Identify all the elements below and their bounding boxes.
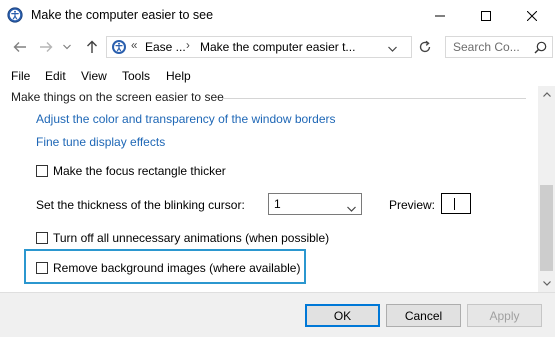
chevron-down-icon bbox=[347, 201, 356, 215]
search-placeholder: Search Co... bbox=[453, 40, 520, 54]
minimize-icon bbox=[435, 15, 445, 17]
adjust-window-borders-link[interactable]: Adjust the color and transparency of the… bbox=[36, 112, 336, 126]
menu-edit[interactable]: Edit bbox=[45, 69, 66, 83]
focus-rectangle-option[interactable]: Make the focus rectangle thicker bbox=[36, 163, 226, 179]
menu-view[interactable]: View bbox=[81, 69, 107, 83]
back-arrow-icon bbox=[13, 42, 26, 52]
vertical-scrollbar[interactable] bbox=[538, 86, 555, 292]
menu-file[interactable]: File bbox=[11, 69, 30, 83]
menu-help[interactable]: Help bbox=[166, 69, 191, 83]
forward-arrow-icon bbox=[40, 42, 53, 52]
focus-rectangle-checkbox[interactable] bbox=[36, 165, 48, 177]
background-images-checkbox[interactable] bbox=[36, 262, 48, 274]
cursor-preview-caret bbox=[454, 198, 455, 210]
apply-button[interactable]: Apply bbox=[467, 304, 542, 327]
scroll-up-button[interactable] bbox=[538, 86, 555, 103]
background-images-option[interactable]: Remove background images (where availabl… bbox=[36, 260, 300, 276]
back-button[interactable] bbox=[10, 37, 30, 57]
forward-button[interactable] bbox=[36, 37, 56, 57]
window-title: Make the computer easier to see bbox=[31, 8, 214, 22]
animations-option[interactable]: Turn off all unnecessary animations (whe… bbox=[36, 230, 329, 246]
menu-bar: File Edit View Tools Help bbox=[0, 66, 555, 86]
breadcrumb-separator[interactable]: › bbox=[186, 40, 190, 52]
maximize-icon bbox=[481, 11, 491, 21]
cursor-thickness-value: 1 bbox=[274, 197, 281, 211]
chevron-down-icon bbox=[63, 44, 71, 50]
cursor-preview bbox=[441, 193, 471, 214]
animations-label: Turn off all unnecessary animations (whe… bbox=[53, 231, 330, 245]
preview-label: Preview: bbox=[389, 198, 436, 212]
cursor-thickness-label: Set the thickness of the blinking cursor… bbox=[36, 198, 245, 212]
cancel-button[interactable]: Cancel bbox=[386, 304, 461, 327]
search-box[interactable]: Search Co... bbox=[445, 36, 553, 58]
close-button[interactable] bbox=[509, 0, 555, 32]
section-header: Make things on the screen easier to see bbox=[11, 90, 224, 104]
fine-tune-display-effects-link[interactable]: Fine tune display effects bbox=[36, 135, 165, 149]
address-dropdown-button[interactable] bbox=[388, 41, 397, 55]
address-bar[interactable]: « Ease ... › Make the computer easier t.… bbox=[106, 36, 412, 58]
chevron-up-icon bbox=[542, 92, 551, 97]
refresh-button[interactable] bbox=[414, 36, 436, 58]
control-panel-icon bbox=[111, 39, 127, 58]
scroll-down-button[interactable] bbox=[538, 275, 555, 292]
dialog-footer: OK Cancel Apply bbox=[0, 292, 555, 337]
chevron-down-icon bbox=[542, 281, 551, 286]
focus-rectangle-label: Make the focus rectangle thicker bbox=[53, 164, 226, 178]
breadcrumb-overflow[interactable]: « bbox=[131, 40, 137, 52]
animations-checkbox[interactable] bbox=[36, 232, 48, 244]
recent-locations-button[interactable] bbox=[60, 37, 74, 57]
scroll-thumb[interactable] bbox=[540, 185, 553, 271]
cursor-thickness-select[interactable]: 1 bbox=[268, 193, 362, 215]
menu-tools[interactable]: Tools bbox=[122, 69, 150, 83]
ok-button[interactable]: OK bbox=[305, 304, 380, 327]
refresh-icon bbox=[419, 40, 431, 53]
breadcrumb-item-current[interactable]: Make the computer easier t... bbox=[200, 40, 355, 54]
section-divider bbox=[222, 98, 526, 99]
maximize-button[interactable] bbox=[463, 0, 509, 32]
minimize-button[interactable] bbox=[417, 0, 463, 32]
ease-of-access-icon bbox=[7, 7, 23, 23]
close-icon bbox=[527, 11, 537, 21]
breadcrumb-item-ease[interactable]: Ease ... bbox=[145, 40, 186, 54]
up-arrow-icon bbox=[87, 40, 97, 53]
background-images-label: Remove background images (where availabl… bbox=[53, 261, 301, 275]
title-bar: Make the computer easier to see bbox=[0, 0, 555, 32]
search-icon bbox=[534, 41, 547, 57]
chevron-down-icon bbox=[388, 46, 397, 52]
settings-content: Make things on the screen easier to see … bbox=[0, 86, 538, 292]
up-button[interactable] bbox=[82, 37, 102, 57]
